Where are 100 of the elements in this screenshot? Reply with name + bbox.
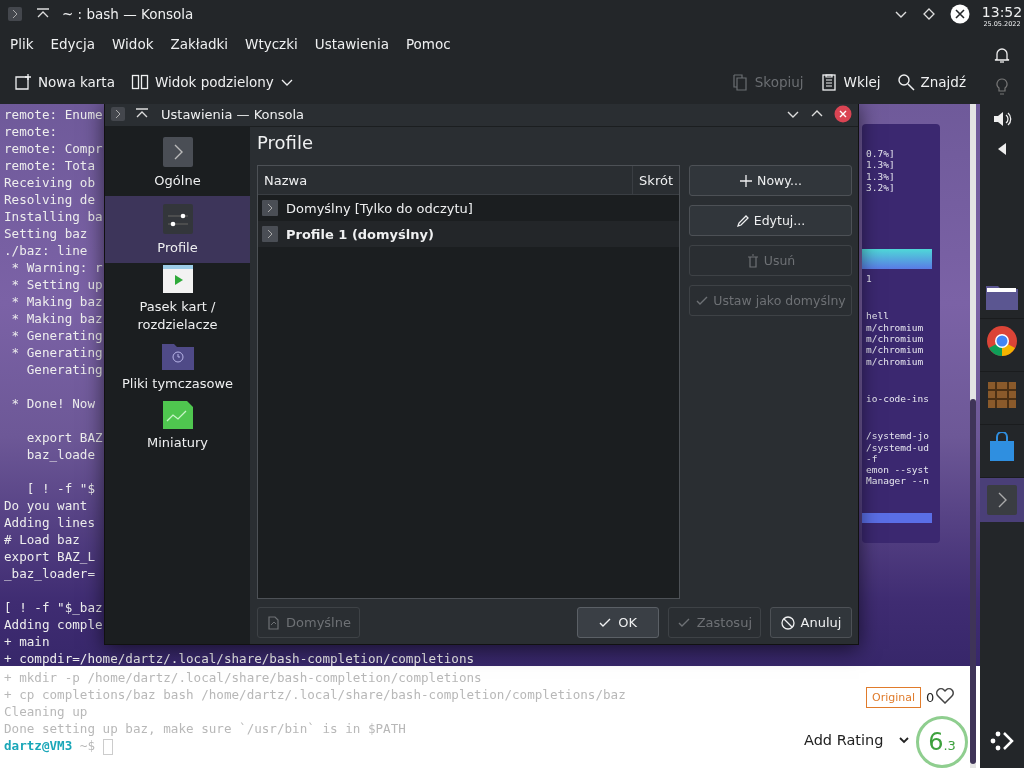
sidebar-item[interactable]: Profile bbox=[105, 196, 250, 263]
menu-item[interactable]: Widok bbox=[104, 33, 162, 55]
action-button[interactable]: Nowy... bbox=[689, 165, 852, 196]
monitor-line: emon --syst bbox=[866, 464, 929, 476]
terminal-line: remote: Compr bbox=[4, 141, 103, 156]
terminal-line: remote: Enume bbox=[4, 107, 103, 122]
monitor-line: 3.2%] bbox=[866, 181, 895, 193]
play-window-icon bbox=[162, 265, 193, 293]
close-icon[interactable] bbox=[950, 4, 970, 24]
sidebar-item[interactable]: Pasek kart / rozdzielacze bbox=[105, 263, 250, 340]
terminal-line: Receiving ob bbox=[4, 175, 95, 190]
terminal-line: export BAZ_L bbox=[4, 549, 95, 564]
terminal-line: + compdir=/home/dartz/.local/share/bash-completion/completions bbox=[4, 651, 475, 666]
profile-row[interactable]: Domyślny [Tylko do odczytu] bbox=[258, 195, 679, 221]
terminal-line: [ ! -f "$ bbox=[25, 481, 95, 496]
monitor-line: 1 bbox=[866, 273, 872, 285]
terminal-line: remote: Tota bbox=[4, 158, 95, 173]
terminal-line: Installing ba bbox=[4, 209, 103, 224]
terminal-line: Cleaning up bbox=[4, 704, 88, 719]
monitor-line: io-code-ins bbox=[866, 392, 929, 404]
toolbar-button[interactable]: Nowa karta bbox=[8, 69, 121, 95]
prompt-path: ~$ bbox=[79, 738, 95, 753]
text-cursor bbox=[102, 738, 113, 755]
terminal-line: Adding lines bbox=[4, 515, 95, 530]
terminal-line: ./baz: line bbox=[4, 243, 88, 258]
terminal-line: + mkdir -p /home/dartz/.local/share/bash-completion/completions bbox=[4, 670, 482, 685]
pencil-icon bbox=[735, 213, 750, 228]
score-ring: 6.3 bbox=[916, 716, 968, 768]
add-rating-button[interactable]: Add Rating bbox=[800, 732, 916, 748]
like-count: 0 bbox=[926, 690, 935, 705]
sidebar-item[interactable]: Miniatury bbox=[105, 399, 250, 458]
folder-icon[interactable] bbox=[986, 284, 1018, 310]
terminal-line: _baz_loader= bbox=[4, 566, 95, 581]
lightbulb-icon[interactable] bbox=[995, 78, 1009, 96]
column-header[interactable]: Nazwa bbox=[258, 166, 634, 194]
clipboard-icon bbox=[819, 73, 838, 91]
usage-bar bbox=[862, 512, 932, 523]
copy-icon bbox=[730, 73, 749, 91]
terminal-line: * Making baz bbox=[10, 294, 103, 309]
dialog-title: Ustawienia — Konsola bbox=[161, 106, 305, 122]
terminal-line: # Load baz bbox=[4, 532, 80, 547]
column-header[interactable]: Skrót bbox=[633, 166, 679, 194]
monitor-line: m/chromium bbox=[866, 321, 924, 333]
terminal-icon bbox=[162, 137, 193, 167]
document-icon bbox=[266, 615, 280, 630]
clock-time[interactable]: 13:52 bbox=[981, 4, 1023, 20]
collapse-arrow-icon[interactable] bbox=[997, 142, 1007, 156]
heart-icon[interactable] bbox=[936, 688, 955, 707]
terminal-line: * Done! Now bbox=[10, 396, 95, 411]
monitor-line: m/chromium bbox=[866, 333, 924, 345]
new-tab-icon bbox=[14, 73, 32, 91]
page-heading: Profile bbox=[257, 131, 314, 155]
terminal-line: * Generating bbox=[10, 328, 103, 343]
sliders-icon bbox=[162, 204, 193, 234]
close-icon[interactable] bbox=[834, 105, 852, 123]
scrollbar[interactable] bbox=[970, 104, 976, 768]
maximize-icon[interactable] bbox=[922, 7, 936, 21]
dialog-button[interactable]: Anuluj bbox=[770, 607, 852, 638]
terminal-line: remote: bbox=[4, 124, 58, 139]
dialog-button[interactable]: OK bbox=[576, 607, 659, 638]
terminal-icon bbox=[262, 226, 278, 242]
monitor-line: /systemd-jo bbox=[866, 430, 929, 442]
sidebar-item[interactable]: Ogólne bbox=[105, 135, 250, 196]
terminal-icon bbox=[111, 107, 125, 121]
menu-item[interactable]: Edycja bbox=[42, 33, 103, 55]
toolbar-button[interactable]: Widok podzielony bbox=[124, 69, 300, 95]
monitor-line: m/chromium bbox=[866, 344, 924, 356]
terminal-icon[interactable] bbox=[980, 477, 1024, 522]
split-view-icon bbox=[130, 73, 149, 91]
bell-icon[interactable] bbox=[993, 46, 1011, 64]
original-badge: Original bbox=[866, 687, 922, 708]
monitor-line: 1.3%] bbox=[866, 159, 895, 171]
menu-item[interactable]: Wtyczki bbox=[237, 33, 306, 55]
terminal-line: export BAZ bbox=[25, 430, 103, 445]
terminal-line: Adding comple bbox=[4, 617, 103, 632]
monitor-line: /systemd-ud bbox=[866, 441, 929, 453]
profile-row[interactable]: Profile 1 (domyślny) bbox=[258, 221, 679, 247]
menu-item[interactable]: Zakładki bbox=[162, 33, 237, 55]
terminal-line: * Generating bbox=[10, 345, 103, 360]
image-file-icon bbox=[162, 401, 193, 429]
usage-bar bbox=[862, 249, 932, 270]
monitor-line: hell bbox=[866, 310, 889, 322]
terminal-line: baz_loade bbox=[25, 447, 95, 462]
terminal-line: Generating bbox=[25, 362, 103, 377]
plus-icon bbox=[739, 173, 754, 188]
terminal-line: Do you want bbox=[4, 498, 88, 513]
toolbar-button[interactable]: Wklej bbox=[813, 69, 887, 95]
terminal-icon bbox=[8, 7, 22, 21]
speaker-icon[interactable] bbox=[992, 110, 1012, 128]
action-button[interactable]: Edytuj... bbox=[689, 205, 852, 236]
menu-item[interactable]: Pomoc bbox=[397, 33, 459, 55]
terminal-line: * Setting up bbox=[10, 277, 103, 292]
sidebar-item[interactable]: Pliki tymczasowe bbox=[105, 340, 250, 399]
cancel-icon bbox=[780, 615, 795, 630]
terminal-line: + main bbox=[4, 634, 50, 649]
menu-item[interactable]: Ustawienia bbox=[306, 33, 397, 55]
prompt-user: dartz@VM3 bbox=[4, 738, 73, 753]
menu-item[interactable]: Plik bbox=[2, 33, 42, 55]
terminal-line: Resolving de bbox=[4, 192, 95, 207]
toolbar-button[interactable]: Znajdź bbox=[890, 69, 972, 95]
